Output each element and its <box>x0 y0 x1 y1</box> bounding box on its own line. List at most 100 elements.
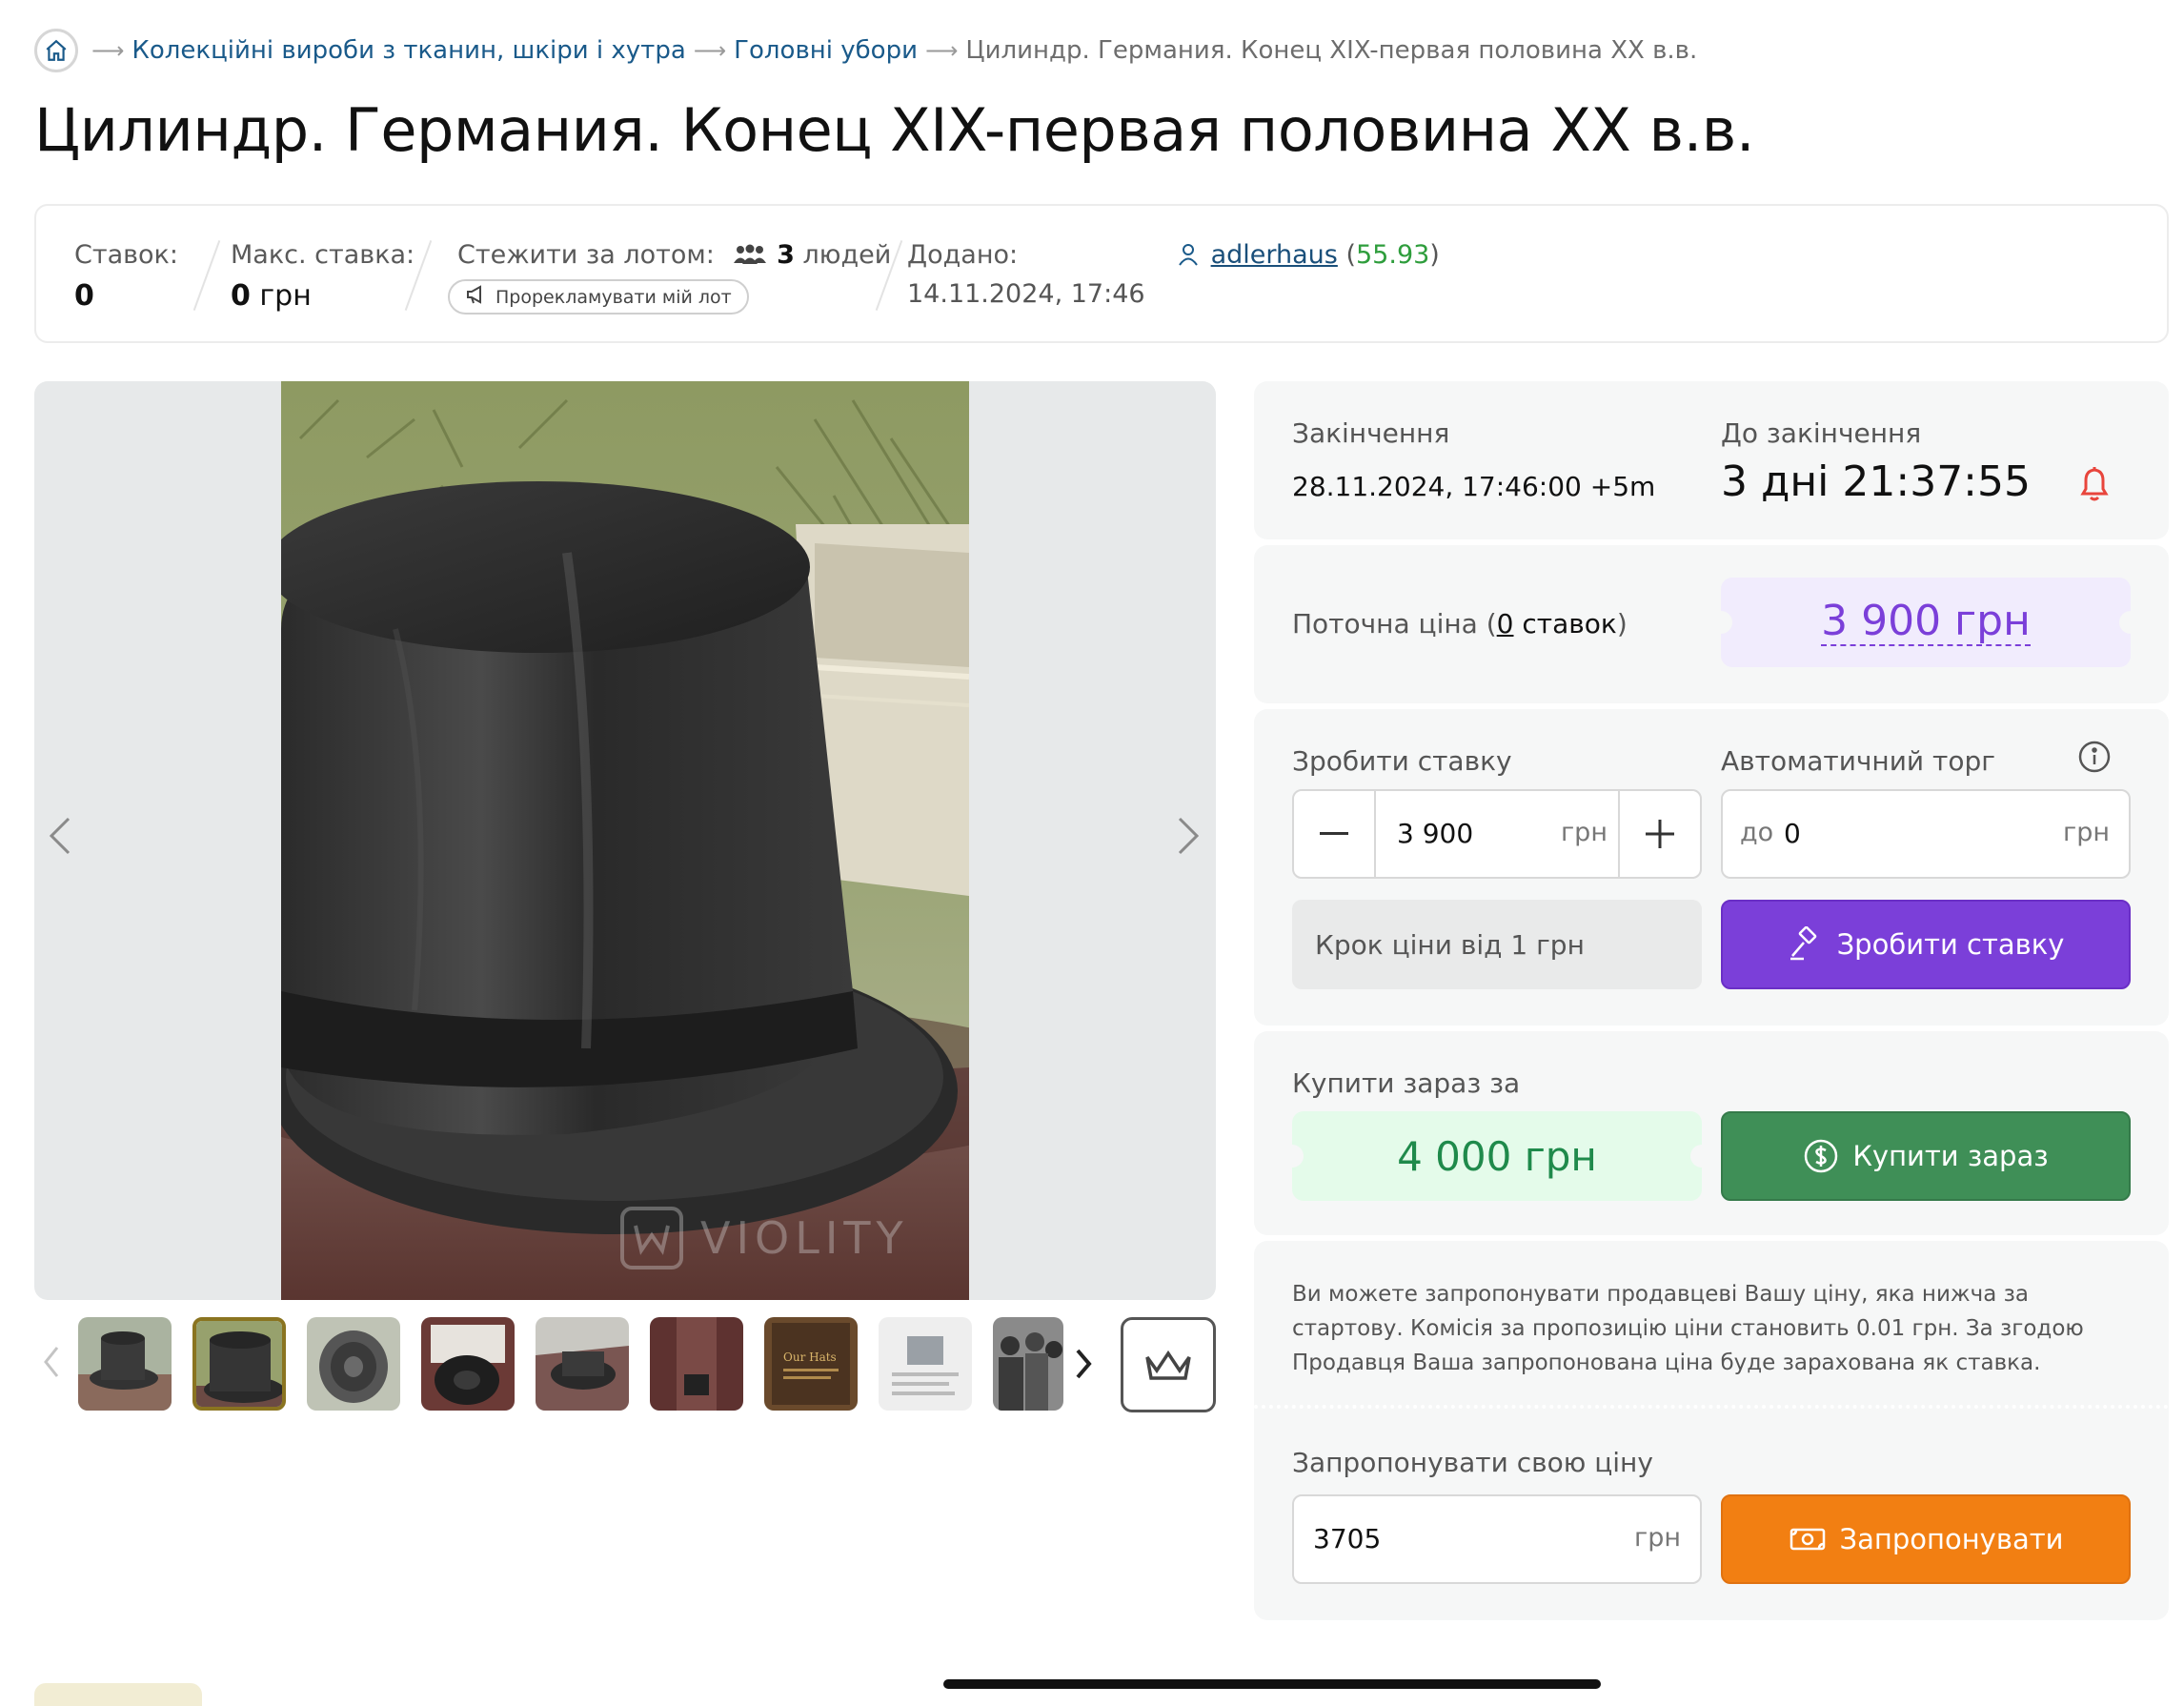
home-indicator <box>943 1679 1601 1689</box>
thumbs-next-button[interactable] <box>1075 1348 1092 1384</box>
place-bid-card: Зробити ставку Автоматичний торг 3 900 г… <box>1254 709 2169 1026</box>
place-bid-label: Зробити ставку <box>1836 928 2065 961</box>
chevron-left-icon <box>44 1347 59 1377</box>
thumbnail[interactable] <box>421 1317 515 1411</box>
buy-now-button-label: Купити зараз <box>1852 1140 2049 1172</box>
added-value: 14.11.2024, 17:46 <box>907 279 1145 309</box>
gallery-prev-button[interactable] <box>48 815 72 868</box>
thumbnail[interactable] <box>650 1317 743 1411</box>
auto-bid-prefix: до <box>1740 818 1774 847</box>
gallery-next-button[interactable] <box>1176 815 1201 868</box>
promote-lot-button[interactable]: Прорекламувати мій лот <box>448 279 749 315</box>
minus-icon <box>1320 832 1348 835</box>
max-bid-label: Макс. ставка: <box>231 240 415 270</box>
bid-label: Зробити ставку <box>1292 745 1512 777</box>
max-bid-currency: грн <box>259 279 312 313</box>
buy-now-price-badge: 4 000 грн <box>1292 1111 1702 1201</box>
remaining-time: 3 дні 21:37:55 <box>1721 457 2031 506</box>
divider <box>192 240 221 311</box>
thumbnail[interactable] <box>307 1317 400 1411</box>
watch-unit: людей <box>802 240 892 270</box>
bid-stepper: 3 900 грн <box>1292 789 1702 879</box>
plus-icon <box>1646 820 1674 848</box>
promote-lot-label: Прорекламувати мій лот <box>495 286 732 308</box>
buy-now-price: 4 000 грн <box>1397 1132 1597 1180</box>
auto-bid-currency: грн <box>2063 818 2110 847</box>
lot-main-photo[interactable]: VIOLITY <box>281 381 969 1300</box>
page-title: Цилиндр. Германия. Конец XIX-первая поло… <box>34 95 1755 165</box>
offer-price-input[interactable]: 3705 грн <box>1292 1494 1702 1584</box>
thumbnail[interactable] <box>993 1317 1063 1411</box>
chevron-right-icon <box>1076 1349 1092 1379</box>
home-icon[interactable] <box>34 29 78 72</box>
buy-now-label: Купити зараз за <box>1292 1067 1521 1099</box>
bids-count-label: Ставок: <box>74 240 178 270</box>
offer-info-text: Ви можете запропонувати продавцеві Вашу … <box>1292 1282 2084 1375</box>
breadcrumb-link-subcategory[interactable]: Головні убори <box>734 36 918 65</box>
current-price-value[interactable]: 3 900 грн <box>1821 598 2031 647</box>
premium-crown-button[interactable] <box>1121 1317 1216 1412</box>
gavel-icon <box>1790 926 1816 961</box>
current-price-card: Поточна ціна (0 ставок) 3 900 грн <box>1254 545 2169 703</box>
current-price-badge: 3 900 грн <box>1721 578 2131 667</box>
thumbs-prev-button[interactable] <box>44 1346 59 1382</box>
info-icon[interactable] <box>2077 740 2112 778</box>
bids-count-value: 0 <box>74 279 94 313</box>
svg-text:Our Hats: Our Hats <box>783 1351 837 1364</box>
breadcrumb-current: Цилиндр. Германия. Конец XIX-первая поло… <box>965 36 1698 65</box>
offer-label: Запропонувати свою ціну <box>1292 1447 1653 1478</box>
breadcrumb-arrow-icon: ⟶ <box>925 37 959 64</box>
make-offer-label: Запропонувати <box>1839 1523 2064 1555</box>
max-bid-stat: Макс. ставка: 0 грн <box>231 240 415 313</box>
bid-amount-input[interactable]: 3 900 <box>1397 818 1473 849</box>
megaphone-icon <box>465 285 488 309</box>
banknote-icon <box>1790 1528 1825 1551</box>
thumbnail-active[interactable] <box>192 1317 286 1411</box>
chevron-left-icon <box>49 817 71 855</box>
lot-stats-bar: Ставок: 0 Макс. ставка: 0 грн Стежити за… <box>34 204 2169 343</box>
bid-step-info: Крок ціни від 1 грн <box>1292 900 1702 989</box>
seller-link[interactable]: adlerhaus <box>1211 240 1338 270</box>
auto-bid-input[interactable]: до 0 грн <box>1721 789 2131 879</box>
crown-icon <box>1145 1350 1191 1380</box>
chevron-right-icon <box>1178 817 1200 855</box>
seller-rating: 55.93 <box>1356 240 1430 270</box>
photo-gallery: VIOLITY <box>34 381 1216 1300</box>
end-datetime: 28.11.2024, 17:46:00 +5m <box>1292 471 1656 502</box>
bid-currency: грн <box>1561 818 1608 847</box>
dollar-coin-icon <box>1805 1139 1838 1173</box>
current-price-label: Поточна ціна (0 ставок) <box>1292 608 1628 640</box>
thumbnail[interactable] <box>78 1317 172 1411</box>
added-stat: Додано: 14.11.2024, 17:46 <box>907 240 1145 309</box>
watch-count: 3 <box>777 240 795 270</box>
increase-bid-button[interactable] <box>1618 791 1700 877</box>
watch-label: Стежити за лотом: <box>457 240 715 270</box>
divider <box>1254 1405 2169 1409</box>
bids-count-link[interactable]: 0 <box>1497 608 1514 640</box>
thumbnail[interactable] <box>536 1317 629 1411</box>
place-bid-button[interactable]: Зробити ставку <box>1721 900 2131 989</box>
make-offer-button[interactable]: Запропонувати <box>1721 1494 2131 1584</box>
bottom-partial-tab <box>34 1683 202 1706</box>
people-icon <box>731 244 769 274</box>
remaining-label: До закінчення <box>1721 417 1922 449</box>
offer-price-value: 3705 <box>1313 1523 1382 1554</box>
added-label: Додано: <box>907 240 1019 270</box>
seller-info: adlerhaus (55.93) <box>1178 240 1440 273</box>
decrease-bid-button[interactable] <box>1294 791 1376 877</box>
thumbnail[interactable]: Our Hats <box>764 1317 858 1411</box>
bell-icon[interactable] <box>2077 465 2112 507</box>
buy-now-button[interactable]: Купити зараз <box>1721 1111 2131 1201</box>
breadcrumb-arrow-icon: ⟶ <box>91 37 125 64</box>
breadcrumb: ⟶ Колекційні вироби з тканин, шкіри і ху… <box>34 29 1697 72</box>
thumbnail[interactable] <box>879 1317 972 1411</box>
end-label: Закінчення <box>1292 417 1450 449</box>
buy-now-card: Купити зараз за 4 000 грн Купити зараз <box>1254 1031 2169 1235</box>
breadcrumb-arrow-icon: ⟶ <box>693 37 727 64</box>
breadcrumb-link-category[interactable]: Колекційні вироби з тканин, шкіри і хутр… <box>131 36 685 65</box>
watchers-stat: Стежити за лотом: 3 людей Прорекламувати… <box>448 240 892 315</box>
thumbnail-strip: Our Hats <box>34 1317 1216 1412</box>
max-bid-value: 0 <box>231 279 251 313</box>
bids-count-stat: Ставок: 0 <box>74 240 178 313</box>
user-icon <box>1178 243 1199 273</box>
